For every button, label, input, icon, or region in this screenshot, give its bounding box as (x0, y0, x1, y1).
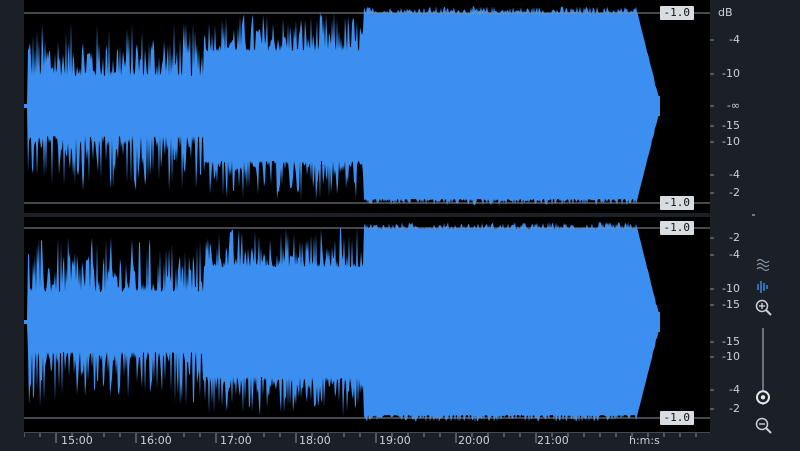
time-label: 20:00 (458, 434, 490, 447)
waveform-channel-right[interactable] (24, 222, 660, 422)
amplitude-ruler: dB -4 -10 -∞ -15 -10 -4 -2 -2 -4 -10 -15… (710, 0, 752, 432)
waveform-display[interactable]: -1.0 -1.0 -1.0 -1.0 (24, 0, 710, 432)
time-ruler-ticks (24, 433, 697, 443)
time-unit-label: h:m:s (629, 434, 660, 447)
zoom-in-icon[interactable] (755, 299, 772, 316)
zoom-slider[interactable] (756, 328, 770, 405)
clip-level-badge-bottom-left[interactable]: -1.0 (659, 196, 694, 210)
time-label: 17:00 (220, 434, 252, 447)
waveform-icon[interactable] (757, 281, 768, 293)
tool-strip (752, 0, 800, 450)
time-ruler[interactable]: 15:00 16:00 17:00 18:00 19:00 20:00 21:0… (24, 432, 710, 451)
waveform-core (28, 312, 660, 332)
time-label: 18:00 (299, 434, 331, 447)
time-label: 16:00 (140, 434, 172, 447)
left-margin (0, 0, 24, 432)
time-label: 21:00 (537, 434, 569, 447)
clip-level-badge-bottom-right[interactable]: -1.0 (659, 411, 694, 425)
waveform-core (28, 96, 660, 116)
waveform-canvas[interactable] (24, 0, 710, 432)
time-label: 15:00 (61, 434, 93, 447)
spectrogram-icon[interactable] (756, 258, 770, 272)
waveform-channel-left[interactable] (24, 6, 660, 206)
zoom-out-icon[interactable] (755, 417, 772, 434)
ruler-ticks (710, 39, 714, 410)
clip-level-badge-top-left[interactable]: -1.0 (659, 6, 694, 20)
time-label: 19:00 (379, 434, 411, 447)
clip-level-badge-top-right[interactable]: -1.0 (659, 221, 694, 235)
